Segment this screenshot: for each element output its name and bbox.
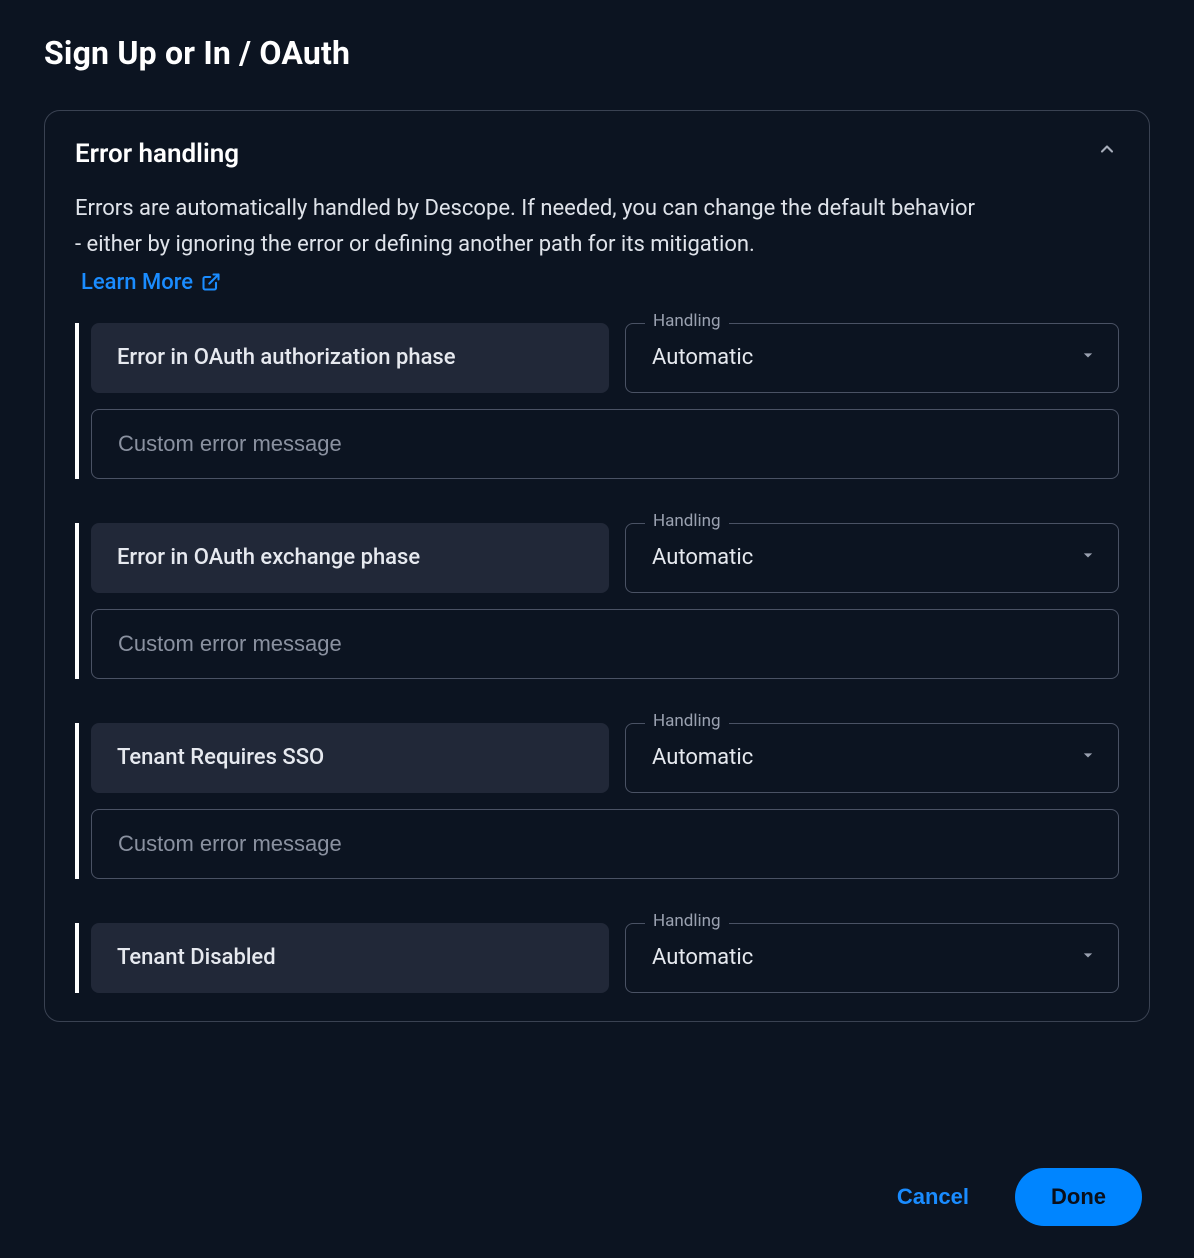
error-group: Error in OAuth authorization phaseHandli…: [75, 323, 1119, 479]
error-group: Tenant DisabledHandlingAutomatic: [75, 923, 1119, 993]
error-label: Error in OAuth exchange phase: [91, 523, 609, 593]
handling-legend: Handling: [645, 311, 729, 331]
caret-down-icon: [1078, 945, 1098, 971]
cancel-button[interactable]: Cancel: [887, 1172, 979, 1222]
caret-down-icon: [1078, 345, 1098, 371]
external-link-icon: [201, 272, 221, 292]
handling-select-wrap: HandlingAutomatic: [625, 723, 1119, 793]
error-group: Tenant Requires SSOHandlingAutomatic: [75, 723, 1119, 879]
error-label: Error in OAuth authorization phase: [91, 323, 609, 393]
learn-more-label: Learn More: [81, 270, 193, 295]
chevron-up-icon: [1097, 139, 1117, 163]
page-title: Sign Up or In / OAuth: [44, 34, 1150, 72]
handling-legend: Handling: [645, 911, 729, 931]
error-handling-panel: Error handling Errors are automatically …: [44, 110, 1150, 1022]
handling-select[interactable]: Automatic: [625, 723, 1119, 793]
handling-select-wrap: HandlingAutomatic: [625, 323, 1119, 393]
caret-down-icon: [1078, 745, 1098, 771]
learn-more-link[interactable]: Learn More: [75, 270, 221, 295]
handling-select-wrap: HandlingAutomatic: [625, 923, 1119, 993]
handling-value: Automatic: [652, 745, 753, 770]
handling-value: Automatic: [652, 545, 753, 570]
panel-description: Errors are automatically handled by Desc…: [75, 191, 985, 264]
error-list: Error in OAuth authorization phaseHandli…: [75, 323, 1119, 993]
error-label: Tenant Disabled: [91, 923, 609, 993]
handling-value: Automatic: [652, 945, 753, 970]
done-button[interactable]: Done: [1015, 1168, 1142, 1226]
custom-error-input[interactable]: [91, 609, 1119, 679]
caret-down-icon: [1078, 545, 1098, 571]
footer: Cancel Done: [0, 1136, 1194, 1258]
handling-select[interactable]: Automatic: [625, 923, 1119, 993]
error-group: Error in OAuth exchange phaseHandlingAut…: [75, 523, 1119, 679]
panel-title: Error handling: [75, 139, 1119, 169]
handling-legend: Handling: [645, 711, 729, 731]
collapse-toggle[interactable]: [1093, 137, 1121, 165]
custom-error-input[interactable]: [91, 809, 1119, 879]
custom-error-input[interactable]: [91, 409, 1119, 479]
error-label: Tenant Requires SSO: [91, 723, 609, 793]
handling-legend: Handling: [645, 511, 729, 531]
handling-select[interactable]: Automatic: [625, 523, 1119, 593]
handling-value: Automatic: [652, 345, 753, 370]
handling-select-wrap: HandlingAutomatic: [625, 523, 1119, 593]
handling-select[interactable]: Automatic: [625, 323, 1119, 393]
